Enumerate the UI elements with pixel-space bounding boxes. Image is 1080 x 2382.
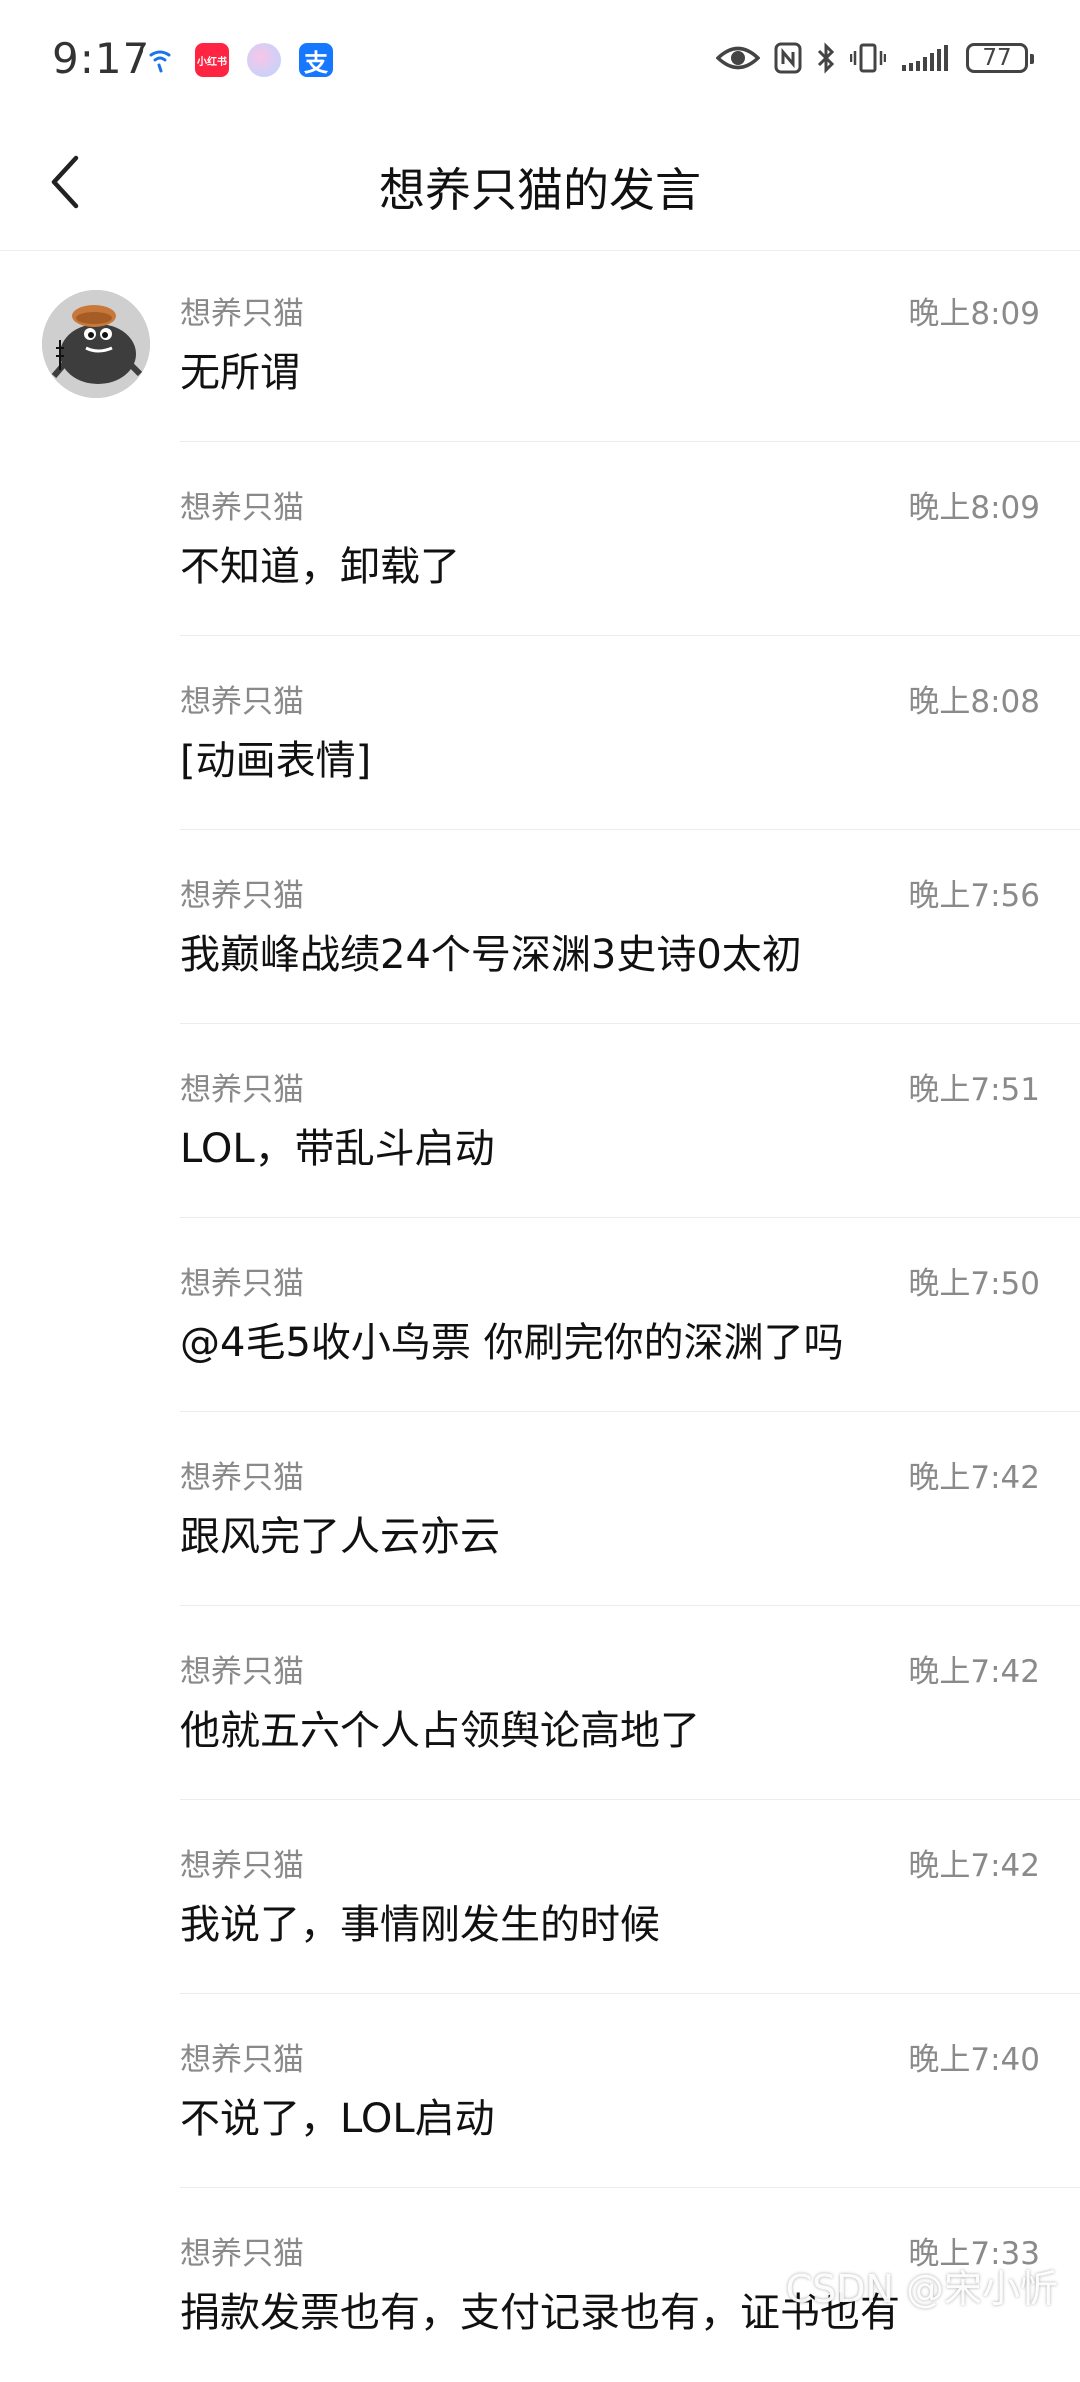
message-item[interactable]: 想养只猫 晚上7:40 不说了，LOL启动 [0,1994,1080,2188]
message-time: 晚上7:42 [908,1452,1040,1497]
page-title: 想养只猫的发言 [0,154,1080,220]
status-bar: 9:17 小红书 支 [0,0,1080,120]
message-sender: 想养只猫 [180,2228,304,2273]
eye-icon [716,43,760,73]
message-text: 不说了，LOL启动 [180,2086,495,2144]
message-list[interactable]: 想养只猫 晚上8:09 无所谓 想养只猫 晚上8:09 不知道，卸载了 想养只猫… [0,248,1080,2382]
message-item[interactable]: 想养只猫 晚上7:42 跟风完了人云亦云 [0,1412,1080,1606]
message-text: LOL，带乱斗启动 [180,1116,495,1174]
telecom-icon [143,43,177,77]
vibrate-icon [850,42,886,74]
avatar[interactable] [42,290,150,398]
message-time: 晚上8:09 [908,288,1040,333]
nfc-icon [774,42,802,74]
message-sender: 想养只猫 [180,1064,304,1109]
message-sender: 想养只猫 [180,2034,304,2079]
message-time: 晚上7:56 [908,870,1040,915]
message-text: 我巅峰战绩24个号深渊3史诗0太初 [180,922,802,980]
watermark: CSDN @宋小忻 [786,2258,1058,2313]
message-text: @4毛5收小鸟票 你刷完你的深渊了吗 [180,1310,844,1368]
system-icons: 77 [716,42,1028,74]
status-time: 9:17 [52,34,150,83]
navigation-bar: 想养只猫的发言 [0,120,1080,251]
message-item[interactable]: 想养只猫 晚上7:51 LOL，带乱斗启动 [0,1024,1080,1218]
message-sender: 想养只猫 [180,1452,304,1497]
message-item[interactable]: 想养只猫 晚上7:42 他就五六个人占领舆论高地了 [0,1606,1080,1800]
message-time: 晚上8:09 [908,482,1040,527]
message-time: 晚上7:42 [908,1646,1040,1691]
message-text: 我说了，事情刚发生的时候 [180,1892,660,1950]
message-sender: 想养只猫 [180,482,304,527]
message-sender: 想养只猫 [180,676,304,721]
battery-indicator: 77 [966,43,1028,73]
message-text: 无所谓 [180,340,300,398]
message-sender: 想养只猫 [180,1258,304,1303]
message-time: 晚上8:08 [908,676,1040,721]
message-item[interactable]: 想养只猫 晚上7:56 我巅峰战绩24个号深渊3史诗0太初 [0,830,1080,1024]
message-text: 不知道，卸载了 [180,534,460,592]
message-item[interactable]: 想养只猫 晚上8:09 不知道，卸载了 [0,442,1080,636]
bluetooth-icon [816,42,836,74]
message-item[interactable]: 想养只猫 晚上8:08 [动画表情] [0,636,1080,830]
message-item[interactable]: 想养只猫 晚上7:42 我说了，事情刚发生的时候 [0,1800,1080,1994]
message-time: 晚上7:40 [908,2034,1040,2079]
notification-icons: 小红书 支 [143,43,333,77]
message-time: 晚上7:50 [908,1258,1040,1303]
message-sender: 想养只猫 [180,870,304,915]
message-time: 晚上7:51 [908,1064,1040,1109]
message-sender: 想养只猫 [180,1840,304,1885]
signal-icon [900,43,952,73]
message-sender: 想养只猫 [180,1646,304,1691]
message-text: 他就五六个人占领舆论高地了 [180,1698,700,1756]
message-text: [动画表情] [180,728,371,786]
message-text: 跟风完了人云亦云 [180,1504,500,1562]
alipay-icon: 支 [299,43,333,77]
message-item[interactable]: 想养只猫 晚上7:50 @4毛5收小鸟票 你刷完你的深渊了吗 [0,1218,1080,1412]
message-sender: 想养只猫 [180,288,304,333]
ball-icon [247,43,281,77]
xiaohongshu-icon: 小红书 [195,43,229,77]
message-time: 晚上7:42 [908,1840,1040,1885]
message-item[interactable]: 想养只猫 晚上8:09 无所谓 [0,248,1080,442]
